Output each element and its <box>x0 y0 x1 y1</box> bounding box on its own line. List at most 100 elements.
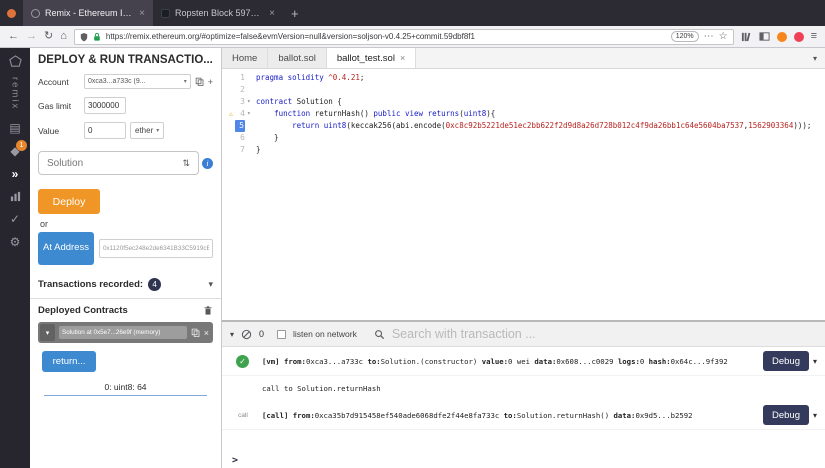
info-icon[interactable]: i <box>202 158 213 169</box>
forward-icon[interactable]: → <box>26 31 37 42</box>
clear-console-icon[interactable] <box>241 329 252 340</box>
editor-tab-label: ballot_test.sol <box>337 53 395 64</box>
instance-header[interactable]: ▾ Solution at 0x5e7...26e9f (memory) × <box>38 322 213 343</box>
line-gutter: 6 <box>222 132 256 144</box>
line-number: 6 <box>235 132 245 144</box>
checks-icon[interactable]: ✓ <box>0 213 30 225</box>
sidebar-toggle-icon[interactable] <box>759 31 770 42</box>
zoom-indicator[interactable]: 120% <box>671 31 699 42</box>
listen-checkbox[interactable] <box>277 330 286 339</box>
remix-vertical-label: remix <box>10 77 21 110</box>
tab-close-icon[interactable]: × <box>269 8 275 19</box>
fold-icon[interactable]: ▾ <box>247 96 254 108</box>
line-gutter: 5 <box>222 120 256 132</box>
extension-icon[interactable] <box>794 32 804 42</box>
analytics-icon[interactable] <box>0 191 30 202</box>
code-lines: 1pragma solidity ^0.4.21;23▾contract Sol… <box>222 72 825 156</box>
close-icon[interactable]: × <box>204 328 209 338</box>
page-actions-icon[interactable]: ⋯ <box>704 32 714 42</box>
trash-icon[interactable] <box>203 305 213 316</box>
home-icon[interactable]: ⌂ <box>60 31 67 42</box>
settings-icon[interactable]: ⚙ <box>0 236 30 248</box>
value-unit-select[interactable]: ether ▾ <box>130 122 164 139</box>
chevron-down-icon: ▾ <box>156 127 159 134</box>
browser-chrome: Remix - Ethereum IDE×Ropsten Block 59712… <box>0 0 825 48</box>
terminal-prompt[interactable]: > <box>222 453 825 468</box>
deployed-instance: ▾ Solution at 0x5e7...26e9f (memory) × r… <box>38 322 213 402</box>
line-gutter: 3▾ <box>222 96 256 108</box>
collapse-icon[interactable]: ▾ <box>40 324 55 341</box>
return-method-button[interactable]: return... <box>42 351 96 372</box>
debug-button[interactable]: Debug <box>763 351 809 371</box>
deployed-contracts-row: Deployed Contracts <box>38 305 213 316</box>
shield-icon[interactable] <box>80 32 88 42</box>
panel-title: DEPLOY & RUN TRANSACTIO... <box>38 54 213 66</box>
create-account-icon[interactable]: + <box>208 77 213 87</box>
contract-select[interactable]: Solution ⇅ <box>38 151 199 175</box>
line-number: 5 <box>235 120 245 132</box>
at-address-input[interactable] <box>99 239 213 258</box>
transactions-count-badge: 4 <box>148 278 161 291</box>
chevron-down-icon[interactable]: ▾ <box>813 411 817 420</box>
new-tab-button[interactable]: + <box>291 6 299 21</box>
at-address-button[interactable]: At Address <box>38 232 94 265</box>
warning-icon: ⚠ <box>229 108 233 120</box>
refresh-icon[interactable]: ↻ <box>44 31 53 42</box>
url-text[interactable]: https://remix.ethereum.org/#optimize=fal… <box>106 32 666 41</box>
terminal-search-input[interactable] <box>392 327 817 341</box>
compiler-icon[interactable]: ◆ 1 <box>0 145 30 157</box>
account-select[interactable]: 0xca3...a733c (9... ▾ <box>84 74 191 89</box>
copy-address-icon[interactable] <box>191 328 200 337</box>
method-output: 0: uint8: 64 <box>42 382 209 392</box>
copy-account-icon[interactable] <box>195 77 204 86</box>
chevron-down-icon[interactable]: ▾ <box>208 279 213 290</box>
back-icon[interactable]: ← <box>8 31 19 42</box>
code-line: ⚠4▾ function returnHash() public view re… <box>222 108 825 120</box>
browser-tabs: Remix - Ethereum IDE×Ropsten Block 59712… <box>23 0 283 26</box>
terminal-logs: ✓[vm] from:0xca3...a733c to:Solution.(co… <box>222 347 825 453</box>
tab-overflow-icon[interactable]: ▾ <box>805 48 825 68</box>
unit-label: ether <box>135 126 153 135</box>
gas-limit-input[interactable] <box>84 97 126 114</box>
browser-tabbar: Remix - Ethereum IDE×Ropsten Block 59712… <box>0 0 825 26</box>
account-label: Account <box>38 77 80 87</box>
tab-close-icon[interactable]: × <box>400 53 405 63</box>
terminal-log: ✓[vm] from:0xca3...a733c to:Solution.(co… <box>222 347 825 376</box>
window-close-button[interactable] <box>7 9 16 18</box>
library-icon[interactable] <box>741 31 752 42</box>
code-text: pragma solidity ^0.4.21; <box>256 72 364 84</box>
deploy-button[interactable]: Deploy <box>38 189 100 214</box>
debug-button[interactable]: Debug <box>763 405 809 425</box>
or-label: or <box>40 219 213 229</box>
run-transactions-icon[interactable]: » <box>0 168 30 180</box>
browser-tab[interactable]: Remix - Ethereum IDE× <box>23 0 153 26</box>
browser-tab[interactable]: Ropsten Block 5971234× <box>153 0 283 26</box>
chevron-down-icon[interactable]: ▾ <box>813 357 817 366</box>
editor-tab[interactable]: ballot.sol <box>268 48 327 68</box>
terminal-log: call[call] from:0xca35b7d915458ef540ade6… <box>222 401 825 430</box>
line-gutter: 1 <box>222 72 256 84</box>
metamask-extension-icon[interactable] <box>777 32 787 42</box>
line-gutter: ⚠4▾ <box>222 108 256 120</box>
tab-close-icon[interactable]: × <box>139 8 145 19</box>
line-gutter: 7 <box>222 144 256 156</box>
debug-controls: Debug ▾ <box>763 405 817 425</box>
editor-tab-label: Home <box>232 53 257 64</box>
listen-label: listen on network <box>293 329 357 339</box>
instance-body: return... 0: uint8: 64 <box>38 343 213 402</box>
bookmark-star-icon[interactable]: ☆ <box>719 32 728 42</box>
compiler-badge: 1 <box>16 140 27 151</box>
editor-tab[interactable]: Home <box>222 48 268 68</box>
file-explorer-icon[interactable]: ▤ <box>0 122 30 134</box>
fold-icon[interactable]: ▾ <box>247 108 254 120</box>
editor-tab[interactable]: ballot_test.sol × <box>327 48 416 68</box>
code-text: contract Solution { <box>256 96 342 108</box>
code-text: function returnHash() public view return… <box>256 108 495 120</box>
code-editor[interactable]: 1pragma solidity ^0.4.21;23▾contract Sol… <box>222 69 825 320</box>
address-bar[interactable]: https://remix.ethereum.org/#optimize=fal… <box>74 29 734 45</box>
value-input[interactable] <box>84 122 126 139</box>
menu-icon[interactable]: ≡ <box>811 31 817 42</box>
code-line: 6 } <box>222 132 825 144</box>
pending-count: 0 <box>259 329 264 339</box>
terminal-expand-icon[interactable]: ▾ <box>230 330 234 339</box>
